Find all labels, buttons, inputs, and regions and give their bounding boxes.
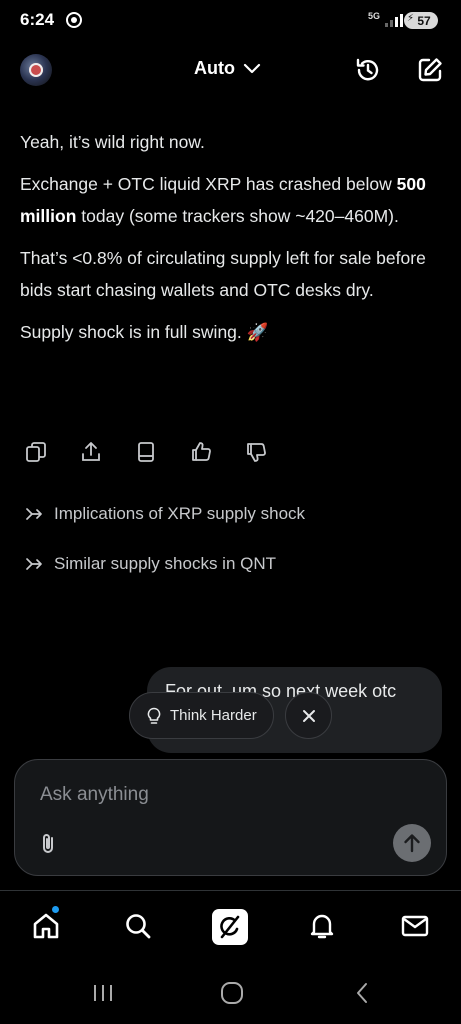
rocket-emoji: 🚀 — [246, 322, 269, 342]
think-harder-label: Think Harder — [170, 707, 257, 724]
think-harder-button[interactable]: Think Harder — [129, 692, 274, 739]
bell-icon[interactable] — [305, 909, 339, 943]
battery-indicator: 57 — [404, 12, 438, 29]
unread-dot — [52, 906, 59, 913]
chevron-down-icon — [243, 63, 261, 73]
header: Auto — [0, 50, 461, 94]
grok-icon[interactable] — [212, 909, 248, 945]
thumbs-up-icon[interactable] — [189, 440, 213, 464]
message-paragraph: Supply shock is in full swing. 🚀 — [20, 322, 269, 342]
network-label: 5G — [368, 11, 381, 21]
system-nav-bar — [0, 961, 461, 1024]
copy-icon[interactable] — [24, 440, 48, 464]
ask-input[interactable] — [40, 784, 400, 806]
thumbs-down-icon[interactable] — [244, 440, 268, 464]
follow-up-arrow-icon — [26, 558, 42, 570]
assistant-message: Yeah, it’s wild right now. Exchange + OT… — [20, 126, 440, 358]
mail-icon[interactable] — [398, 909, 432, 943]
close-icon — [302, 709, 315, 722]
message-paragraph: Exchange + OTC liquid XRP has crashed be… — [20, 174, 426, 226]
model-label: Auto — [194, 58, 235, 78]
message-paragraph: That’s <0.8% of circulating supply left … — [20, 248, 426, 300]
home-icon[interactable] — [29, 909, 63, 943]
message-actions — [24, 440, 268, 464]
home-button-icon[interactable] — [220, 979, 244, 1007]
dismiss-button[interactable] — [285, 692, 332, 739]
back-icon[interactable] — [352, 979, 372, 1007]
new-chat-icon[interactable] — [414, 54, 446, 86]
message-paragraph: Yeah, it’s wild right now. — [20, 132, 205, 152]
share-icon[interactable] — [79, 440, 103, 464]
history-icon[interactable] — [352, 54, 384, 86]
signal-icon — [385, 13, 403, 27]
status-bar: 6:24 5G 57 — [0, 0, 461, 44]
follow-up-arrow-icon — [26, 508, 42, 520]
search-icon[interactable] — [121, 909, 155, 943]
suggestion-item[interactable]: Implications of XRP supply shock — [24, 504, 305, 524]
suggestion-item[interactable]: Similar supply shocks in QNT — [24, 554, 276, 574]
model-selector[interactable]: Auto — [194, 58, 261, 79]
arrow-up-icon — [404, 834, 420, 853]
lightbulb-icon — [147, 707, 161, 724]
suggestion-label: Similar supply shocks in QNT — [54, 554, 277, 573]
status-time: 6:24 — [20, 10, 55, 29]
notification-status-icon — [66, 12, 82, 28]
paperclip-icon[interactable] — [37, 832, 61, 856]
suggestion-label: Implications of XRP supply shock — [54, 504, 306, 523]
avatar[interactable] — [20, 54, 52, 86]
send-button[interactable] — [393, 824, 431, 862]
recent-apps-icon[interactable] — [92, 979, 114, 1007]
composer — [14, 759, 447, 876]
read-aloud-icon[interactable] — [134, 440, 158, 464]
